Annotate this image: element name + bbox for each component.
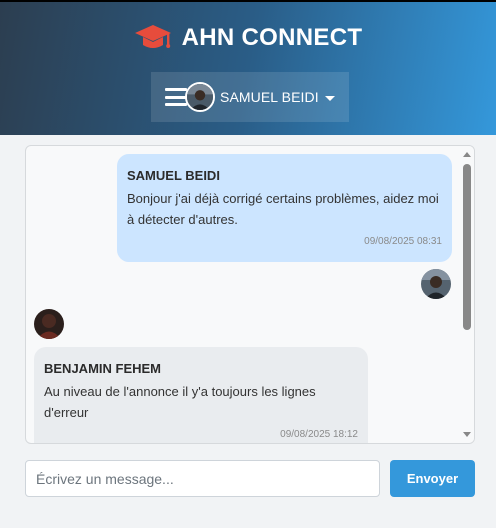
message-text: Bonjour j'ai déjà corrigé certains probl… xyxy=(127,191,439,227)
scroll-down-arrow-icon[interactable] xyxy=(463,432,471,437)
app-title: AHN CONNECT xyxy=(181,24,363,51)
avatar xyxy=(185,82,215,112)
caret-down-icon[interactable] xyxy=(324,95,335,101)
scroll-up-arrow-icon[interactable] xyxy=(463,152,471,157)
message-input[interactable] xyxy=(25,460,380,497)
brand: AHN CONNECT xyxy=(0,22,496,54)
message-author: SAMUEL BEIDI xyxy=(127,168,220,183)
current-user-name: SAMUEL BEIDI xyxy=(220,89,319,105)
graduation-cap-icon xyxy=(134,25,171,48)
message-text: Au niveau de l'annonce il y'a toujours l… xyxy=(44,384,316,420)
recipient-avatar xyxy=(34,309,64,339)
hamburger-icon[interactable] xyxy=(165,88,187,106)
message-author: BENJAMIN FEHEM xyxy=(44,361,162,376)
message-bubble-received: BENJAMIN FEHEM Au niveau de l'annonce il… xyxy=(34,347,368,443)
user-menu-button[interactable]: SAMUEL BEIDI xyxy=(151,72,349,122)
chat-messages[interactable]: SAMUEL BEIDI Bonjour j'ai déjà corrigé c… xyxy=(25,145,475,444)
message-bubble-sent: SAMUEL BEIDI Bonjour j'ai déjà corrigé c… xyxy=(117,154,452,262)
chat-scrollbar[interactable] xyxy=(460,146,474,443)
send-button[interactable]: Envoyer xyxy=(390,460,475,497)
message-timestamp: 09/08/2025 18:12 xyxy=(280,429,358,440)
scroll-thumb[interactable] xyxy=(463,164,471,330)
sender-avatar xyxy=(421,269,451,299)
app-header: AHN CONNECT SAMUEL BEIDI xyxy=(0,0,496,135)
message-timestamp: 09/08/2025 08:31 xyxy=(364,236,442,247)
